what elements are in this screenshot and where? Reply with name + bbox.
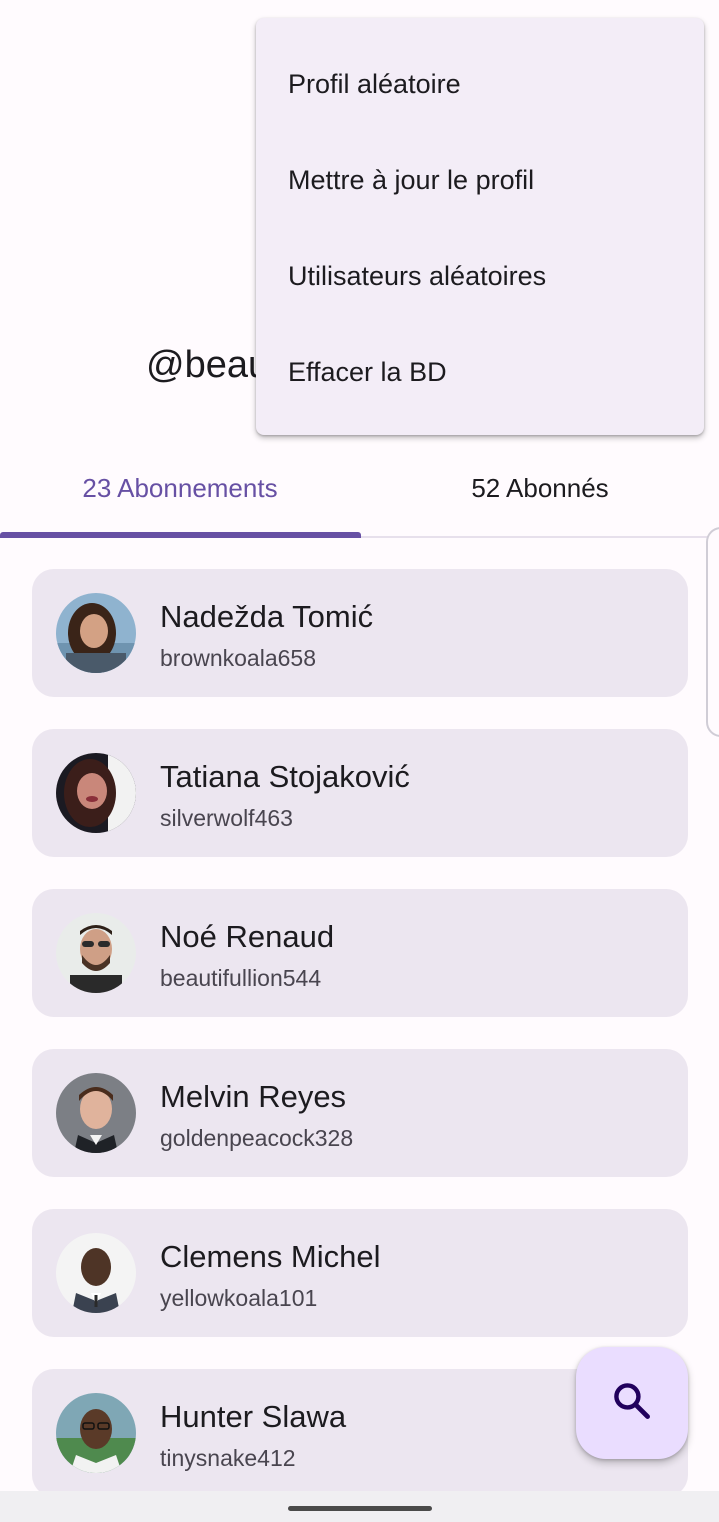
user-username: tinysnake412 <box>160 1445 296 1471</box>
user-name: Melvin Reyes <box>160 1079 347 1114</box>
menu-item-clear-db[interactable]: Effacer la BD <box>256 324 704 420</box>
avatar <box>56 753 136 833</box>
user-name: Tatiana Stojaković <box>160 759 410 794</box>
list-item[interactable]: Clemens Michel yellowkoala101 <box>32 1209 688 1337</box>
menu-item-update-profile[interactable]: Mettre à jour le profil <box>256 132 704 228</box>
screen: @beau 23 Abonnements 52 Abonnés Nadežda … <box>0 0 719 1522</box>
tab-followers[interactable]: 52 Abonnés <box>360 440 719 536</box>
gesture-handle[interactable] <box>288 1506 432 1511</box>
user-name: Noé Renaud <box>160 919 335 954</box>
list-item[interactable]: Tatiana Stojaković silverwolf463 <box>32 729 688 857</box>
tab-following[interactable]: 23 Abonnements <box>0 440 360 536</box>
tab-bar: 23 Abonnements 52 Abonnés <box>0 440 719 538</box>
search-fab[interactable] <box>576 1347 688 1459</box>
profile-handle: @beau <box>146 344 270 386</box>
avatar <box>56 913 136 993</box>
user-username: brownkoala658 <box>160 645 317 671</box>
side-panel-edge <box>706 527 719 737</box>
menu-item-random-profile[interactable]: Profil aléatoire <box>256 36 704 132</box>
list-item[interactable]: Noé Renaud beautifullion544 <box>32 889 688 1017</box>
search-icon <box>610 1379 654 1428</box>
avatar <box>56 593 136 673</box>
user-username: yellowkoala101 <box>160 1285 318 1311</box>
user-username: beautifullion544 <box>160 965 322 991</box>
user-username: silverwolf463 <box>160 805 293 831</box>
list-item[interactable]: Nadežda Tomić brownkoala658 <box>32 569 688 697</box>
tab-indicator <box>0 532 361 538</box>
menu-item-random-users[interactable]: Utilisateurs aléatoires <box>256 228 704 324</box>
system-navigation-bar <box>0 1491 719 1522</box>
user-name: Clemens Michel <box>160 1239 381 1274</box>
avatar <box>56 1393 136 1473</box>
list-item[interactable]: Melvin Reyes goldenpeacock328 <box>32 1049 688 1177</box>
user-username: goldenpeacock328 <box>160 1125 354 1151</box>
avatar <box>56 1233 136 1313</box>
user-name: Nadežda Tomić <box>160 599 374 634</box>
overflow-menu: Profil aléatoire Mettre à jour le profil… <box>256 18 704 435</box>
user-name: Hunter Slawa <box>160 1399 347 1434</box>
avatar <box>56 1073 136 1153</box>
